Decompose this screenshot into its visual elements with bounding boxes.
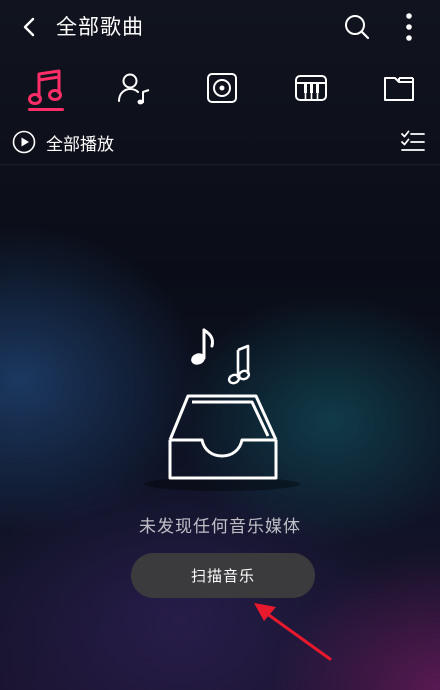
empty-box-music-icon — [144, 328, 300, 491]
tab-genres[interactable] — [286, 62, 336, 114]
music-app-screen: 全部歌曲 全部播放 未发现任何音乐媒体 扫描音乐 — [0, 0, 440, 690]
more-vertical-icon — [406, 13, 412, 41]
page-title: 全部歌曲 — [56, 15, 144, 39]
back-chevron-icon — [23, 17, 35, 37]
tab-albums[interactable] — [197, 62, 247, 114]
active-tab-indicator — [28, 108, 64, 111]
search-icon — [345, 15, 370, 40]
multiselect-list-icon — [401, 130, 425, 151]
tab-folders[interactable] — [374, 62, 424, 114]
empty-state-illustration — [140, 322, 300, 492]
album-icon — [207, 73, 237, 103]
play-circle-icon — [12, 130, 36, 154]
play-all-button[interactable]: 全部播放 — [12, 128, 114, 156]
more-options-button[interactable] — [396, 8, 422, 46]
music-note-icon — [28, 69, 62, 105]
tab-artists[interactable] — [109, 62, 159, 114]
artist-icon — [118, 73, 150, 105]
multiselect-button[interactable] — [398, 127, 428, 157]
empty-state-message: 未发现任何音乐媒体 — [139, 517, 301, 537]
category-tabs — [0, 62, 440, 120]
play-all-bar: 全部播放 — [0, 120, 440, 165]
annotation-arrow-icon — [254, 603, 332, 661]
tab-songs[interactable] — [21, 62, 71, 114]
back-button[interactable] — [14, 12, 44, 42]
folder-icon — [384, 77, 414, 101]
header-bar: 全部歌曲 — [0, 0, 440, 56]
search-button[interactable] — [340, 10, 374, 44]
play-all-label: 全部播放 — [46, 134, 114, 155]
piano-icon — [295, 75, 327, 101]
